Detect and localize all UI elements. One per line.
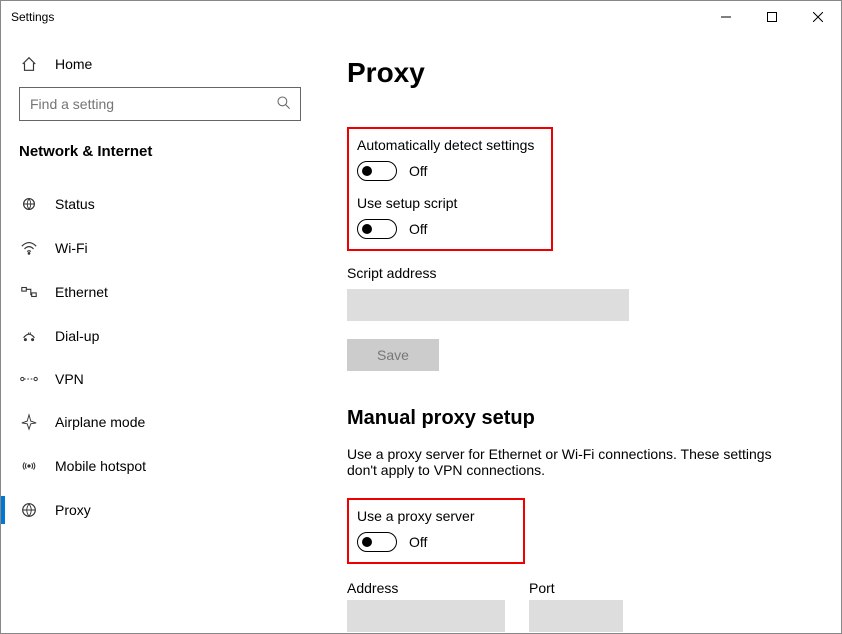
sidebar-item-label: Mobile hotspot xyxy=(55,458,146,474)
sidebar-item-ethernet[interactable]: Ethernet xyxy=(1,270,319,314)
script-address-label: Script address xyxy=(347,265,813,281)
address-input[interactable] xyxy=(347,600,505,632)
titlebar: Settings xyxy=(1,1,841,33)
sidebar-item-vpn[interactable]: VPN xyxy=(1,358,319,400)
port-input[interactable] xyxy=(529,600,623,632)
ethernet-icon xyxy=(19,283,39,301)
close-button[interactable] xyxy=(795,1,841,33)
sidebar-item-label: Status xyxy=(55,196,95,212)
vpn-icon xyxy=(19,371,39,387)
port-label: Port xyxy=(529,580,623,596)
sidebar-item-label: Ethernet xyxy=(55,284,108,300)
sidebar: Home Network & Internet Status Wi-Fi xyxy=(1,33,319,633)
use-proxy-state: Off xyxy=(409,534,427,550)
sidebar-item-hotspot[interactable]: Mobile hotspot xyxy=(1,444,319,488)
sidebar-item-wifi[interactable]: Wi-Fi xyxy=(1,226,319,270)
sidebar-item-label: VPN xyxy=(55,371,84,387)
address-label: Address xyxy=(347,580,505,596)
status-icon xyxy=(19,195,39,213)
wifi-icon xyxy=(19,239,39,257)
use-proxy-highlight: Use a proxy server Off xyxy=(347,498,525,564)
auto-detect-toggle[interactable] xyxy=(357,161,397,181)
sidebar-item-label: Wi-Fi xyxy=(55,240,88,256)
manual-proxy-heading: Manual proxy setup xyxy=(347,407,813,430)
minimize-button[interactable] xyxy=(703,1,749,33)
airplane-icon xyxy=(19,413,39,431)
search-icon xyxy=(276,95,292,114)
home-icon xyxy=(19,55,39,73)
page-title: Proxy xyxy=(347,57,813,89)
use-proxy-label: Use a proxy server xyxy=(357,508,511,524)
maximize-button[interactable] xyxy=(749,1,795,33)
category-heading: Network & Internet xyxy=(1,143,319,182)
auto-detect-label: Automatically detect settings xyxy=(357,137,539,153)
auto-detect-state: Off xyxy=(409,163,427,179)
use-proxy-toggle[interactable] xyxy=(357,532,397,552)
save-button[interactable]: Save xyxy=(347,339,439,371)
sidebar-item-status[interactable]: Status xyxy=(1,182,319,226)
sidebar-item-airplane[interactable]: Airplane mode xyxy=(1,400,319,444)
search-box[interactable] xyxy=(19,87,301,121)
sidebar-item-label: Dial-up xyxy=(55,328,99,344)
setup-script-label: Use setup script xyxy=(357,195,539,211)
home-nav[interactable]: Home xyxy=(1,47,319,87)
search-input[interactable] xyxy=(30,96,276,112)
setup-script-state: Off xyxy=(409,221,427,237)
manual-proxy-description: Use a proxy server for Ethernet or Wi-Fi… xyxy=(347,446,797,478)
sidebar-item-label: Proxy xyxy=(55,502,91,518)
home-label: Home xyxy=(55,56,92,72)
setup-script-toggle[interactable] xyxy=(357,219,397,239)
auto-proxy-highlight: Automatically detect settings Off Use se… xyxy=(347,127,553,251)
sidebar-item-proxy[interactable]: Proxy xyxy=(1,488,319,532)
window-controls xyxy=(703,1,841,33)
dialup-icon xyxy=(19,327,39,345)
sidebar-item-label: Airplane mode xyxy=(55,414,145,430)
content-pane: Proxy Automatically detect settings Off … xyxy=(319,33,841,633)
script-address-input[interactable] xyxy=(347,289,629,321)
hotspot-icon xyxy=(19,457,39,475)
window-title: Settings xyxy=(11,10,54,24)
proxy-icon xyxy=(19,501,39,519)
sidebar-item-dialup[interactable]: Dial-up xyxy=(1,314,319,358)
